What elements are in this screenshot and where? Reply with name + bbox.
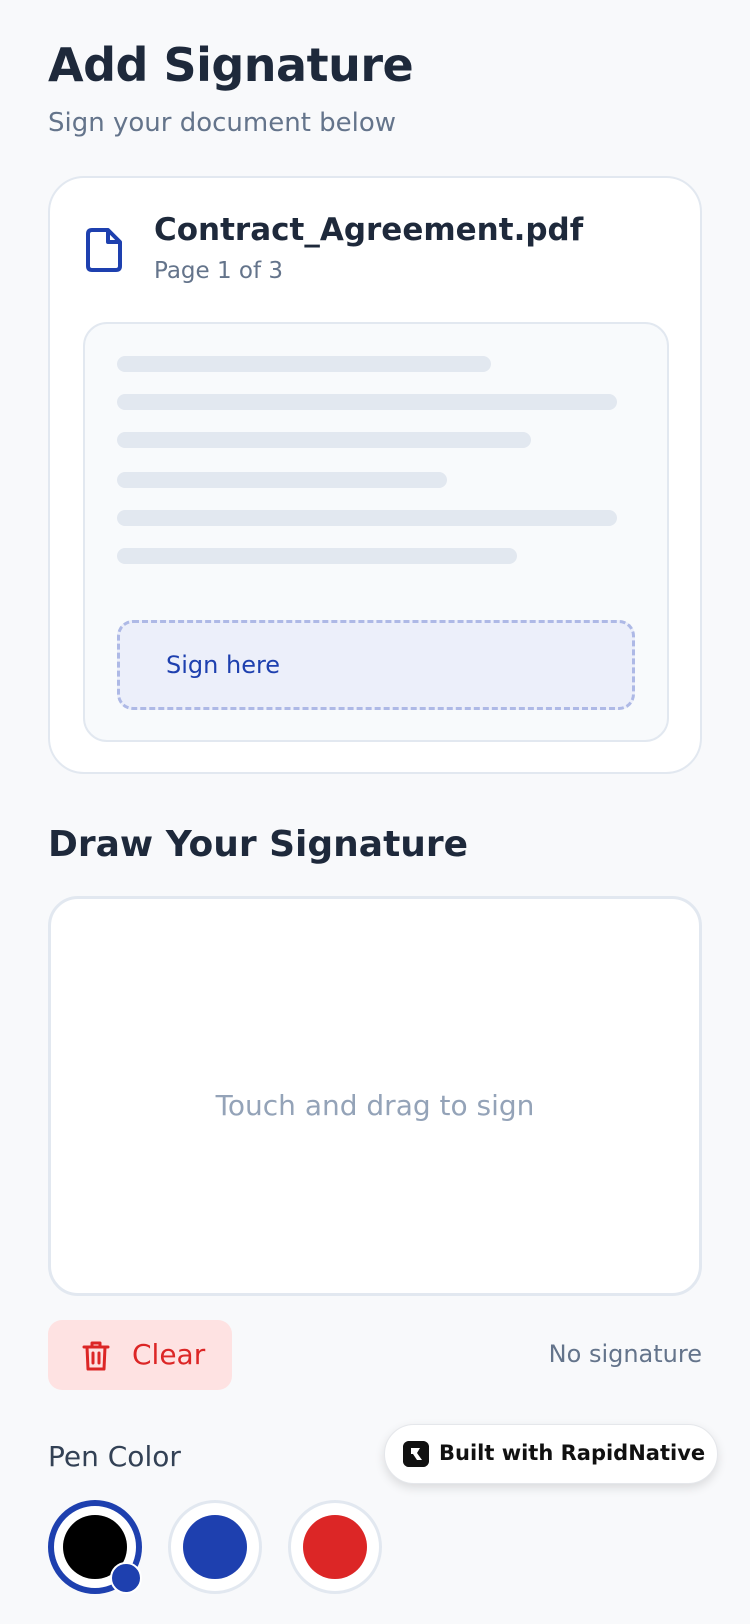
selected-indicator bbox=[110, 1562, 142, 1594]
text-line-placeholder bbox=[117, 356, 491, 372]
document-page-info: Page 1 of 3 bbox=[154, 258, 284, 284]
page-title: Add Signature bbox=[48, 38, 414, 92]
text-line-placeholder bbox=[117, 510, 617, 526]
sign-here-zone[interactable]: Sign here bbox=[117, 620, 635, 710]
color-swatch-red-fill bbox=[303, 1515, 367, 1579]
trash-icon bbox=[82, 1341, 110, 1371]
rapidnative-logo-icon bbox=[403, 1441, 429, 1467]
signature-placeholder: Touch and drag to sign bbox=[215, 1089, 535, 1122]
text-line-placeholder bbox=[117, 548, 517, 564]
built-with-badge[interactable]: Built with RapidNative bbox=[384, 1424, 718, 1484]
text-line-placeholder bbox=[117, 432, 531, 448]
signature-section-title: Draw Your Signature bbox=[48, 824, 469, 865]
color-swatch-red[interactable] bbox=[288, 1500, 382, 1594]
sign-here-label: Sign here bbox=[166, 651, 281, 679]
file-icon bbox=[86, 228, 122, 272]
signature-canvas[interactable]: Touch and drag to sign bbox=[48, 896, 702, 1296]
page-subtitle: Sign your document below bbox=[48, 108, 397, 138]
color-swatch-blue-fill bbox=[183, 1515, 247, 1579]
document-card: Contract_Agreement.pdf Page 1 of 3 Sign … bbox=[48, 176, 702, 774]
add-signature-screen: Add Signature Sign your document below C… bbox=[0, 0, 750, 1624]
color-swatch-blue[interactable] bbox=[168, 1500, 262, 1594]
badge-text: Built with RapidNative bbox=[439, 1441, 706, 1465]
clear-button[interactable]: Clear bbox=[48, 1320, 232, 1390]
pen-color-label: Pen Color bbox=[48, 1440, 181, 1473]
document-name: Contract_Agreement.pdf bbox=[154, 212, 584, 248]
clear-button-label: Clear bbox=[132, 1338, 206, 1371]
text-line-placeholder bbox=[117, 394, 617, 410]
document-preview: Sign here bbox=[83, 322, 669, 742]
text-line-placeholder bbox=[117, 472, 447, 488]
signature-status: No signature bbox=[548, 1340, 702, 1368]
